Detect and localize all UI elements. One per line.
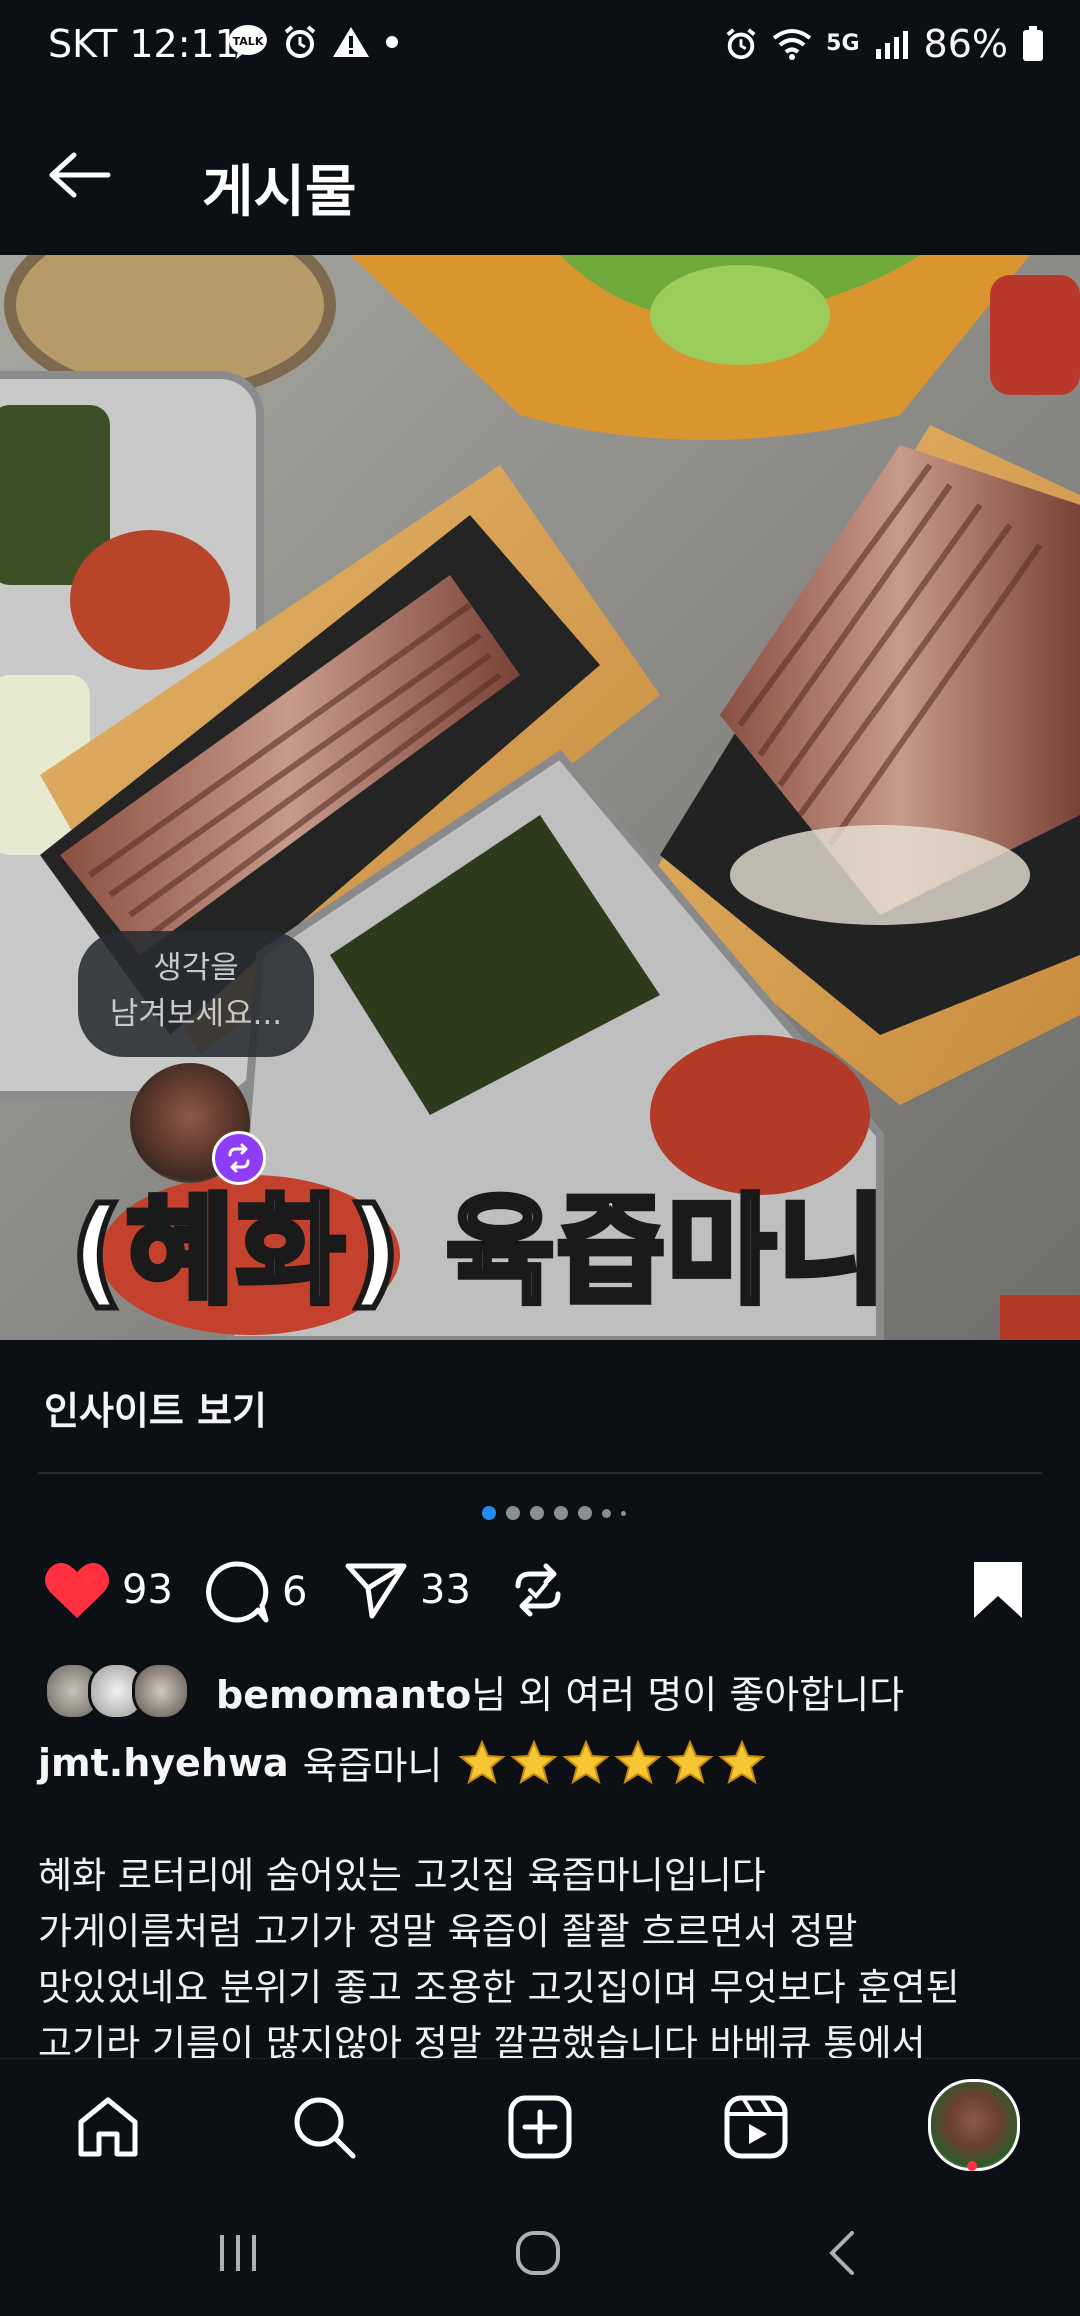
post-image[interactable]: 생각을 남겨보세요... (혜화) 육즙마니 xyxy=(0,255,1080,1340)
star-rating xyxy=(458,1738,767,1787)
carousel-dot xyxy=(530,1506,544,1520)
liker-avatar xyxy=(132,1662,190,1720)
signal-icon xyxy=(875,31,908,59)
caption-line: 혜화 로터리에 숨어있는 고깃집 육즙마니입니다 xyxy=(38,1854,766,1897)
likes-text: bemomanto님 외 여러 명이 좋아합니다 xyxy=(216,1664,904,1719)
warning-icon xyxy=(333,27,369,57)
carousel-dot xyxy=(621,1510,626,1516)
more-notifications-dot-icon xyxy=(386,36,398,48)
recent-apps-button[interactable] xyxy=(208,2228,268,2278)
top-app-bar: 게시물 xyxy=(0,95,1080,255)
star-icon xyxy=(614,1738,663,1784)
network-5g-icon: 5G xyxy=(826,31,860,56)
search-icon xyxy=(294,2097,356,2159)
alarm-icon xyxy=(726,28,756,60)
system-home-button[interactable] xyxy=(508,2228,568,2278)
repost-button[interactable] xyxy=(508,1560,568,1620)
liker-username[interactable]: bemomanto xyxy=(216,1673,471,1717)
nav-reels-button[interactable] xyxy=(716,2087,796,2167)
nav-profile-avatar[interactable] xyxy=(928,2079,1020,2171)
profile-notification-dot xyxy=(967,2161,977,2171)
image-overlay-text: (혜화) 육즙마니 xyxy=(67,1179,889,1323)
status-right-icons: 5G 86% xyxy=(724,22,1044,66)
nav-search-button[interactable] xyxy=(284,2087,364,2167)
status-bar: SKT 12:11 TALK 5G 86% xyxy=(0,0,1080,95)
view-insights-link[interactable]: 인사이트 보기 xyxy=(44,1380,267,1435)
divider xyxy=(38,1472,1042,1474)
like-count: 93 xyxy=(122,1567,173,1613)
nav-home-button[interactable] xyxy=(68,2087,148,2167)
comment-count: 6 xyxy=(282,1569,308,1615)
comment-button[interactable]: 6 xyxy=(206,1560,307,1624)
note-bubble-line1: 생각을 xyxy=(153,950,239,986)
carousel-dot xyxy=(554,1506,568,1520)
battery-icon xyxy=(1023,26,1043,61)
carousel-dot xyxy=(482,1506,496,1520)
carousel-dot xyxy=(506,1506,520,1520)
reels-icon xyxy=(724,2095,788,2159)
chevron-left-icon xyxy=(829,2231,854,2275)
caption-username[interactable]: jmt.hyehwa xyxy=(38,1741,289,1785)
like-button[interactable]: 93 xyxy=(44,1560,173,1620)
star-icon xyxy=(666,1738,715,1784)
caption-title: 육즙마니 xyxy=(302,1744,443,1788)
system-back-button[interactable] xyxy=(812,2228,872,2278)
status-time: SKT 12:11 xyxy=(48,22,239,66)
kakaotalk-icon: TALK xyxy=(229,25,267,59)
svg-text:TALK: TALK xyxy=(233,35,264,48)
star-icon xyxy=(458,1738,507,1784)
plus-square-icon xyxy=(508,2095,572,2159)
recent-apps-icon xyxy=(220,2235,256,2271)
post-actions-bar: 93 6 33 xyxy=(0,1560,1080,1630)
note-bubble-line2: 남겨보세요... xyxy=(109,996,283,1032)
caption-body: 혜화 로터리에 숨어있는 고깃집 육즙마니입니다 가게이름처럼 고기가 정말 육… xyxy=(38,1848,1048,2072)
likes-suffix: 님 외 여러 명이 좋아합니다 xyxy=(471,1672,905,1717)
share-count: 33 xyxy=(420,1567,471,1613)
share-button[interactable]: 33 xyxy=(344,1560,471,1620)
battery-percent: 86% xyxy=(923,22,1008,66)
bottom-navigation xyxy=(0,2058,1080,2189)
home-icon xyxy=(78,2097,138,2157)
star-icon xyxy=(562,1738,611,1784)
carousel-indicator xyxy=(482,1506,626,1520)
repost-icon xyxy=(515,1563,561,1617)
comment-icon xyxy=(206,1561,269,1623)
send-icon xyxy=(345,1563,407,1619)
system-navigation-bar xyxy=(0,2188,1080,2316)
wifi-icon xyxy=(772,29,812,60)
carousel-dot xyxy=(578,1506,592,1520)
status-left-icons: TALK xyxy=(228,24,400,60)
star-icon xyxy=(510,1738,559,1784)
alarm-icon xyxy=(284,25,316,58)
home-circle-icon xyxy=(516,2231,560,2275)
caption-line: 가게이름처럼 고기가 정말 육즙이 좔좔 흐르면서 정말 xyxy=(38,1910,858,1953)
note-bubble[interactable]: 생각을 남겨보세요... xyxy=(78,931,314,1057)
likes-summary[interactable]: bemomanto님 외 여러 명이 좋아합니다 xyxy=(44,1662,904,1720)
star-icon xyxy=(718,1738,767,1784)
save-button[interactable] xyxy=(970,1560,1026,1620)
bookmark-filled-icon xyxy=(974,1562,1022,1618)
caption-line: 맛있었네요 분위기 좋고 조용한 고깃집이며 무엇보다 훈연된 xyxy=(38,1966,960,2009)
page-title: 게시물 xyxy=(202,160,357,225)
back-button[interactable] xyxy=(40,135,120,215)
carousel-dot xyxy=(602,1508,611,1518)
heart-filled-icon xyxy=(45,1562,109,1618)
arrow-left-icon xyxy=(49,152,111,198)
nav-create-button[interactable] xyxy=(500,2087,580,2167)
caption-header: jmt.hyehwa 육즙마니 xyxy=(38,1735,767,1790)
